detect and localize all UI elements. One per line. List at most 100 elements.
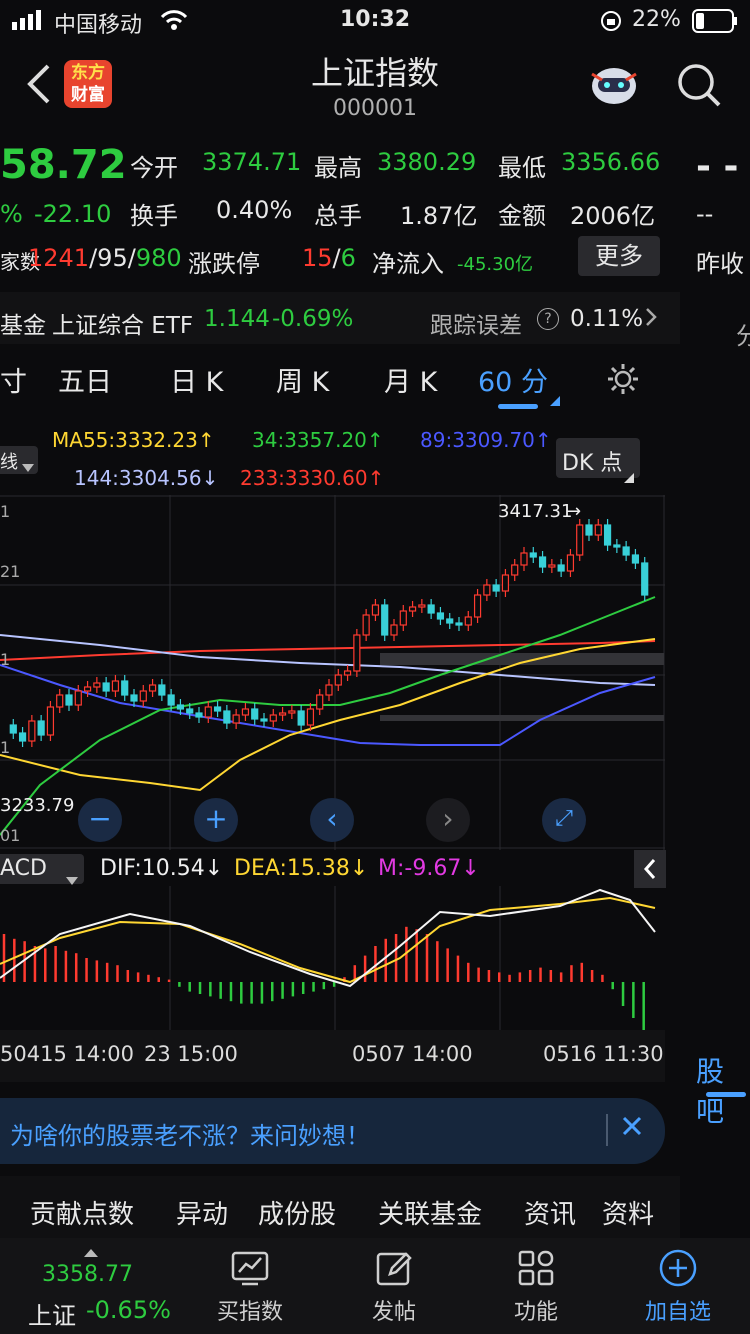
tab-news[interactable]: 资讯	[524, 1194, 576, 1231]
candle	[353, 634, 361, 672]
chevron-right-icon[interactable]	[644, 306, 658, 334]
macd-chart[interactable]	[0, 886, 665, 1030]
tab-profile[interactable]: 资料	[602, 1194, 654, 1231]
close-icon[interactable]	[620, 1114, 644, 1142]
candle	[371, 604, 380, 616]
plus-circle-icon	[618, 1248, 738, 1294]
low-value: 3356.66	[561, 148, 661, 176]
ma144-value: 144:3304.56	[74, 466, 202, 490]
signal-icon	[12, 10, 46, 36]
dea-legend: DEA:15.38↓	[234, 856, 368, 881]
candle	[213, 706, 222, 712]
down-arrow: ↓	[204, 856, 224, 881]
caret-up-icon	[84, 1242, 98, 1261]
gear-icon[interactable]	[606, 362, 640, 403]
scroll-right-button[interactable]: ›	[426, 798, 470, 842]
tab-intraday[interactable]: 寸	[0, 360, 27, 399]
high-arrow: →	[566, 501, 581, 522]
collapse-panel-button[interactable]	[634, 850, 666, 888]
y-tick: 1	[0, 738, 10, 757]
nav-post[interactable]: 发帖	[334, 1248, 454, 1326]
candle	[557, 564, 565, 572]
candle	[74, 690, 82, 706]
zoom-in-button[interactable]: +	[194, 798, 238, 842]
indicator-selector[interactable]: ACD	[0, 854, 84, 885]
indicator-label: ACD	[0, 856, 47, 881]
ma55-value: MA55:3332.23	[52, 428, 198, 452]
nav-functions[interactable]: 功能	[476, 1248, 596, 1326]
side-tab-guba[interactable]: 股吧	[696, 1050, 750, 1130]
high-value: 3380.29	[377, 148, 477, 176]
nav-add-watchlist[interactable]: 加自选	[618, 1248, 738, 1326]
kline-chart[interactable]: 3417.31 → 3233.79 1 21 1 1 01	[0, 495, 665, 850]
ma-selector[interactable]: 线	[0, 446, 38, 474]
fund-pct: -0.69%	[272, 306, 354, 332]
candle	[278, 712, 287, 716]
robot-assistant-icon[interactable]	[588, 62, 640, 114]
change-pct: %	[0, 200, 23, 228]
y-tick: 1	[0, 502, 10, 521]
nav-buy-index[interactable]: 买指数	[190, 1248, 310, 1326]
tab-movement[interactable]: 异动	[176, 1194, 228, 1231]
advance-decline: 1241/95/980	[28, 244, 182, 272]
side-dashes: - -	[696, 146, 739, 187]
carrier: 中国移动	[54, 13, 143, 38]
candle	[622, 546, 630, 556]
separator: /	[127, 244, 136, 272]
up-arrow: ↑	[197, 428, 215, 452]
scroll-left-button[interactable]: ‹	[310, 798, 354, 842]
tab-weekly[interactable]: 周 K	[276, 360, 329, 399]
ma-selector-label: 线	[0, 452, 18, 473]
dif-legend: DIF:10.54↓	[100, 856, 223, 881]
candle	[9, 724, 17, 734]
candle	[306, 708, 315, 726]
tab-daily[interactable]: 日 K	[170, 360, 223, 399]
tab-related-funds[interactable]: 关联基金	[378, 1194, 482, 1231]
search-icon[interactable]	[676, 62, 722, 112]
grid-icon	[476, 1248, 596, 1294]
candle	[603, 524, 612, 546]
candle	[37, 720, 45, 736]
zoom-out-button[interactable]: −	[78, 798, 122, 842]
candle	[56, 694, 64, 708]
banner-text: 为啥你的股票老不涨？来问妙想！	[10, 1122, 370, 1150]
ai-banner[interactable]: 为啥你的股票老不涨？来问妙想！	[0, 1098, 665, 1164]
dk-point-button[interactable]: DK 点	[556, 438, 640, 483]
more-label: 更多	[595, 242, 643, 270]
tab-60min[interactable]: 60 分	[478, 360, 548, 399]
dropdown-triangle-icon	[550, 382, 560, 413]
candle	[427, 604, 435, 614]
candle	[464, 616, 472, 626]
candle	[538, 556, 547, 568]
candle	[204, 706, 212, 718]
ma34-value: 34:3357.20	[252, 428, 367, 452]
help-icon[interactable]: ?	[537, 308, 559, 330]
candle	[316, 694, 324, 710]
fund-row[interactable]: 基金 上证综合 ETF 1.144 -0.69% 跟踪误差 ? 0.11%	[0, 292, 680, 344]
more-button[interactable]: 更多	[578, 236, 660, 276]
candle	[390, 624, 398, 636]
m-value: M:-9.67	[378, 856, 462, 881]
rotation-lock-icon	[600, 10, 622, 38]
tab-5day[interactable]: 五日	[58, 360, 112, 399]
ma89-value: 89:3309.70	[420, 428, 535, 452]
edit-icon	[334, 1248, 454, 1294]
candle	[83, 686, 92, 692]
tab-constituents[interactable]: 成份股	[258, 1194, 336, 1231]
x-tick: 50415 14:00	[0, 1042, 134, 1066]
wifi-icon	[160, 9, 188, 37]
limit-down: 6	[340, 244, 356, 272]
tab-monthly[interactable]: 月 K	[384, 360, 437, 399]
bottom-index-name: 上证	[28, 1302, 76, 1330]
nav-label: 功能	[513, 1300, 558, 1325]
candle	[195, 712, 203, 718]
candle	[529, 552, 537, 558]
up-arrow: ↑	[534, 428, 552, 452]
fullscreen-icon[interactable]: ⤢	[542, 798, 586, 842]
separator: /	[89, 244, 98, 272]
candle	[139, 690, 147, 702]
battery-icon	[692, 9, 738, 39]
tab-contribution[interactable]: 贡献点数	[30, 1194, 134, 1231]
candle	[436, 612, 445, 620]
candle	[418, 604, 426, 608]
